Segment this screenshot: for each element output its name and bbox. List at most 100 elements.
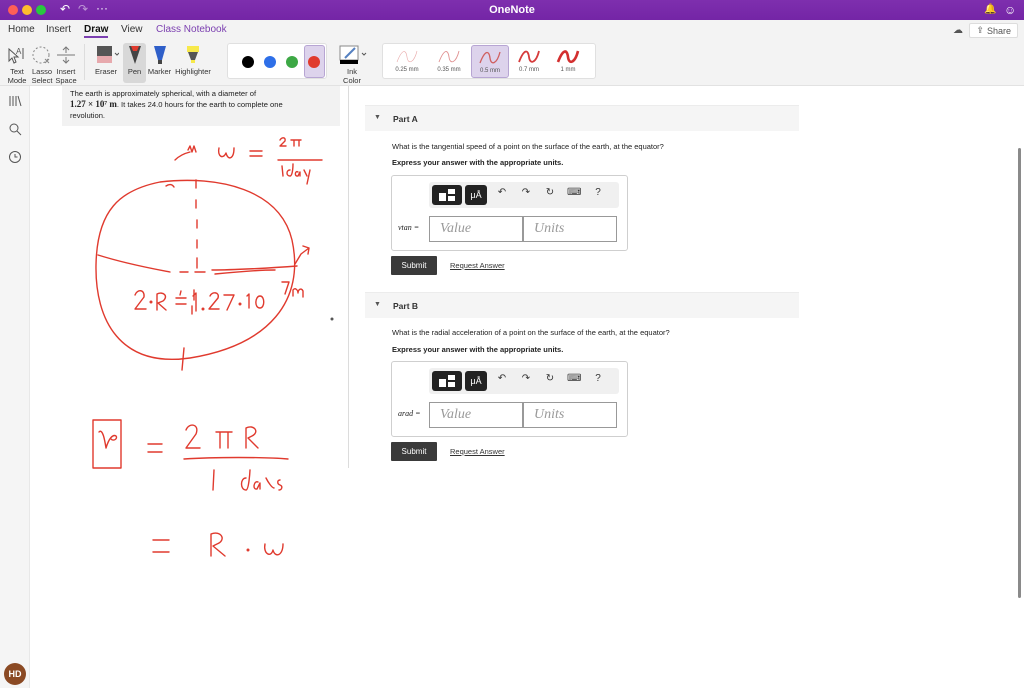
v-tan-label: vtan = <box>398 223 420 232</box>
pen-icon <box>123 43 146 67</box>
eraser-label: Eraser <box>94 67 118 76</box>
help-button[interactable]: ? <box>591 373 605 384</box>
reset-icon[interactable]: ↻ <box>543 373 557 384</box>
stroke-preview-icon <box>518 50 540 63</box>
keyboard-icon[interactable]: ⌨ <box>567 187 581 198</box>
width-option-0-25[interactable]: 0.25 mm <box>388 45 426 78</box>
templates-button[interactable] <box>432 185 462 205</box>
part-a-header[interactable]: ▼ Part A <box>365 105 799 131</box>
text-mode-icon: A <box>4 43 30 67</box>
lasso-icon <box>30 43 54 67</box>
redo-icon[interactable]: ↷ <box>519 187 533 198</box>
tab-insert[interactable]: Insert <box>46 24 71 35</box>
collapse-caret-icon[interactable]: ▼ <box>374 114 381 121</box>
templates-icon <box>439 375 455 387</box>
title-bar: ↶ ↷ ··· OneNote 🔔 ☺ <box>0 0 1024 20</box>
width-label: 0.7 mm <box>518 67 539 73</box>
reset-icon[interactable]: ↻ <box>543 187 557 198</box>
part-b-title: Part B <box>393 301 419 311</box>
units-input[interactable]: Units <box>523 402 617 428</box>
notebooks-icon[interactable] <box>8 94 22 108</box>
ink-color-button[interactable]: Ink Color <box>336 43 368 85</box>
width-label: 0.35 mm <box>437 67 461 73</box>
insert-space-button[interactable]: Insert Space <box>54 43 78 85</box>
width-option-0-5[interactable]: 0.5 mm <box>471 45 509 78</box>
smiley-icon[interactable]: ☺ <box>1004 3 1016 17</box>
submit-button[interactable]: Submit <box>391 256 437 275</box>
bell-icon[interactable]: 🔔 <box>984 4 996 15</box>
units-button[interactable]: μÅ <box>465 185 487 205</box>
request-answer-link[interactable]: Request Answer <box>450 447 505 456</box>
text-mode-label-2: Mode <box>7 76 27 85</box>
tab-view[interactable]: View <box>121 24 143 35</box>
problem-line-1: The earth is approximately spherical, wi… <box>70 89 257 98</box>
ink-color-label-2: Color <box>343 76 361 85</box>
highlighter-button[interactable]: Highlighter <box>174 43 212 76</box>
share-button[interactable]: ⇪ Share <box>969 23 1018 38</box>
problem-line-3: revolution. <box>70 111 106 120</box>
eraser-icon <box>90 43 122 67</box>
width-option-0-7[interactable]: 0.7 mm <box>510 45 548 78</box>
color-swatch-blue[interactable] <box>264 56 276 68</box>
templates-icon <box>439 189 455 201</box>
ink-color-icon <box>336 43 368 67</box>
marker-label: Marker <box>147 67 172 76</box>
sync-icon[interactable]: ☁ <box>953 25 963 36</box>
ink-velocity-equation-2 <box>152 532 284 557</box>
templates-button[interactable] <box>432 371 462 391</box>
pen-label: Pen <box>127 67 142 76</box>
text-mode-button[interactable]: A Text Mode <box>4 43 30 85</box>
text-mode-label: Text <box>10 67 24 76</box>
keyboard-icon[interactable]: ⌨ <box>567 373 581 384</box>
value-input[interactable]: Value <box>429 216 523 242</box>
color-swatch-black[interactable] <box>242 56 254 68</box>
part-b-header[interactable]: ▼ Part B <box>365 292 799 318</box>
marker-button[interactable]: Marker <box>147 43 172 76</box>
request-answer-link[interactable]: Request Answer <box>450 261 505 270</box>
stroke-preview-icon <box>396 50 418 63</box>
stroke-preview-icon <box>556 50 580 64</box>
redo-icon[interactable]: ↷ <box>519 373 533 384</box>
color-swatch-green[interactable] <box>286 56 298 68</box>
submit-button[interactable]: Submit <box>391 442 437 461</box>
undo-icon[interactable]: ↶ <box>495 187 509 198</box>
avatar[interactable]: HD <box>4 663 26 685</box>
collapse-caret-icon[interactable]: ▼ <box>374 301 381 308</box>
part-b-question: What is the radial acceleration of a poi… <box>392 328 670 337</box>
stroke-preview-icon <box>479 51 501 64</box>
undo-icon[interactable]: ↶ <box>495 373 509 384</box>
tab-home[interactable]: Home <box>8 24 35 35</box>
ink-color-label: Ink <box>346 67 357 76</box>
recent-icon[interactable] <box>8 150 22 164</box>
value-input[interactable]: Value <box>429 402 523 428</box>
color-swatch-red[interactable] <box>308 56 320 68</box>
help-button[interactable]: ? <box>591 187 605 198</box>
width-option-0-35[interactable]: 0.35 mm <box>430 45 468 78</box>
ink-diameter-equation <box>134 281 304 312</box>
width-option-1[interactable]: 1 mm <box>549 45 587 78</box>
insert-space-label: Insert <box>56 67 76 76</box>
vertical-scrollbar[interactable] <box>1018 148 1021 598</box>
part-a-answer-box: μÅ ↶ ↷ ↻ ⌨ ? vtan = Value Units <box>391 175 628 251</box>
ribbon-divider <box>84 44 85 80</box>
problem-statement: The earth is approximately spherical, wi… <box>62 86 340 126</box>
eraser-button[interactable]: Eraser <box>90 43 122 76</box>
units-input[interactable]: Units <box>523 216 617 242</box>
cursor-dot <box>330 317 334 321</box>
tab-draw[interactable]: Draw <box>84 24 109 38</box>
tab-class-notebook[interactable]: Class Notebook <box>156 24 227 35</box>
width-label: 0.5 mm <box>479 68 500 74</box>
pen-color-palette <box>227 43 327 79</box>
search-icon[interactable] <box>8 122 22 136</box>
pen-button[interactable]: Pen <box>123 43 146 83</box>
lasso-label: Lasso <box>31 67 52 76</box>
part-a-title: Part A <box>393 114 418 124</box>
marker-icon <box>147 43 172 67</box>
answer-toolbar: μÅ ↶ ↷ ↻ ⌨ ? <box>429 182 619 208</box>
diameter-value: 1.27 × 10⁷ m <box>70 99 117 109</box>
navigation-sidebar <box>0 86 30 688</box>
units-button[interactable]: μÅ <box>465 371 487 391</box>
ribbon-tabs: Home Insert Draw View Class Notebook ☁ <box>0 20 1024 40</box>
lasso-select-button[interactable]: Lasso Select <box>30 43 54 85</box>
highlighter-icon <box>174 43 212 67</box>
